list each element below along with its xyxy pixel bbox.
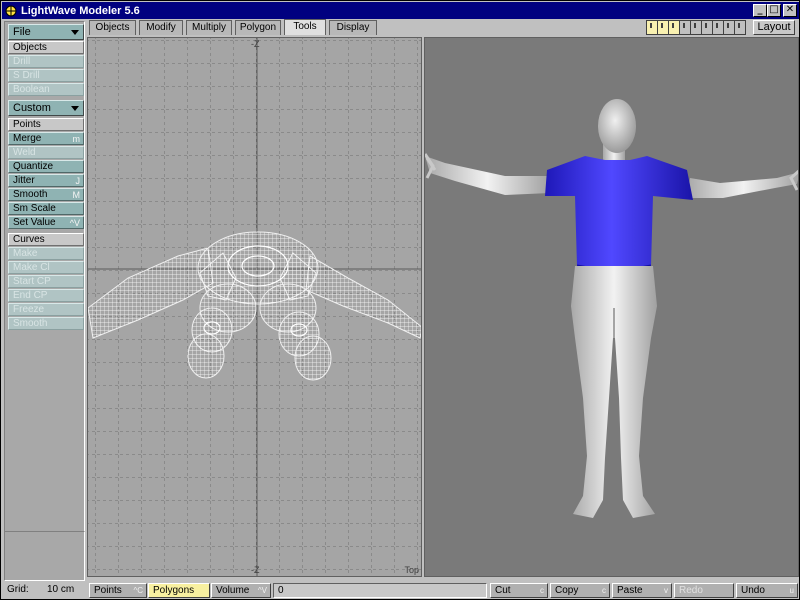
polygons-mode-button[interactable]: Polygons bbox=[148, 583, 210, 598]
selection-count: 0 bbox=[273, 583, 487, 598]
copy-button[interactable]: Copy c bbox=[550, 583, 610, 598]
chevron-down-icon bbox=[71, 106, 79, 111]
set-value-shortcut: ^V bbox=[69, 218, 80, 228]
boolean-button[interactable]: Boolean bbox=[8, 83, 84, 96]
redo-button[interactable]: Redo bbox=[674, 583, 734, 598]
cut-label: Cut bbox=[495, 585, 511, 596]
quantize-button[interactable]: Quantize bbox=[8, 160, 84, 173]
tool-panel: File Objects Drill S Drill Boolean Custo… bbox=[4, 21, 85, 581]
tab-display[interactable]: Display bbox=[329, 20, 377, 35]
set-value-button[interactable]: Set Value ^V bbox=[8, 216, 84, 229]
weld-button[interactable]: Weld bbox=[8, 146, 84, 159]
close-button[interactable]: ✕ bbox=[783, 4, 797, 17]
perspective-viewport[interactable] bbox=[424, 37, 799, 577]
grid-label: Grid: bbox=[7, 584, 29, 595]
tab-tools[interactable]: Tools bbox=[284, 19, 326, 35]
paste-shortcut: v bbox=[664, 586, 668, 595]
minimize-button[interactable]: _ bbox=[753, 4, 767, 17]
file-menu[interactable]: File bbox=[8, 24, 84, 40]
axis-label-top: -Z bbox=[251, 39, 260, 49]
undo-button[interactable]: Undo u bbox=[736, 583, 798, 598]
points-mode-shortcut: ^C bbox=[133, 586, 143, 595]
undo-label: Undo bbox=[741, 585, 765, 596]
curves-header: Curves bbox=[8, 233, 84, 246]
merge-label: Merge bbox=[13, 133, 42, 144]
tab-polygon[interactable]: Polygon bbox=[235, 20, 281, 35]
smooth-shortcut: M bbox=[72, 190, 81, 200]
points-mode-button[interactable]: Points ^C bbox=[89, 583, 147, 598]
s-drill-button[interactable]: S Drill bbox=[8, 69, 84, 82]
sm-scale-button[interactable]: Sm Scale bbox=[8, 202, 84, 215]
freeze-button[interactable]: Freeze bbox=[8, 303, 84, 316]
merge-shortcut: m bbox=[72, 134, 81, 144]
lightwave-icon[interactable] bbox=[4, 4, 18, 18]
merge-button[interactable]: Merge m bbox=[8, 132, 84, 145]
tool-panel-footer bbox=[4, 531, 85, 581]
title-bar: LightWave Modeler 5.6 _ □ ✕ bbox=[2, 2, 799, 19]
file-menu-label: File bbox=[13, 26, 31, 38]
smooth-points-button[interactable]: Smooth M bbox=[8, 188, 84, 201]
end-cp-button[interactable]: End CP bbox=[8, 289, 84, 302]
top-viewport[interactable]: -Z -Z Top bbox=[87, 37, 422, 577]
chevron-down-icon bbox=[71, 30, 79, 35]
layout-button[interactable]: Layout bbox=[753, 20, 795, 35]
cut-shortcut: c bbox=[540, 586, 544, 595]
top-view-wireframe bbox=[88, 38, 421, 576]
tab-multiply[interactable]: Multiply bbox=[186, 20, 232, 35]
make-closed-curve-button[interactable]: Make Cl bbox=[8, 261, 84, 274]
tab-objects[interactable]: Objects bbox=[89, 20, 136, 35]
volume-mode-label: Volume bbox=[216, 585, 250, 596]
tab-modify[interactable]: Modify bbox=[139, 20, 183, 35]
view-name-label: Top bbox=[404, 565, 419, 575]
volume-mode-button[interactable]: Volume ^V bbox=[211, 583, 271, 598]
smooth-curve-button[interactable]: Smooth bbox=[8, 317, 84, 330]
smooth-label: Smooth bbox=[13, 189, 48, 200]
paste-button[interactable]: Paste v bbox=[612, 583, 672, 598]
set-value-label: Set Value bbox=[13, 217, 56, 228]
undo-shortcut: u bbox=[789, 586, 794, 595]
modeler-window: LightWave Modeler 5.6 _ □ ✕ Objects Modi… bbox=[0, 0, 800, 600]
window-title: LightWave Modeler 5.6 bbox=[21, 4, 140, 17]
status-bar: Grid: 10 cm Points ^C Polygons Volume ^V 0… bbox=[1, 582, 800, 600]
jitter-button[interactable]: Jitter J bbox=[8, 174, 84, 187]
layer-9-button[interactable] bbox=[734, 20, 746, 35]
jitter-label: Jitter bbox=[13, 175, 35, 186]
points-header: Points bbox=[8, 118, 84, 131]
human-model bbox=[425, 99, 798, 518]
grid-value: 10 cm bbox=[47, 584, 75, 595]
custom-menu[interactable]: Custom bbox=[8, 100, 84, 116]
paste-label: Paste bbox=[617, 585, 643, 596]
custom-menu-label: Custom bbox=[13, 102, 51, 114]
jitter-shortcut: J bbox=[75, 176, 81, 186]
start-cp-button[interactable]: Start CP bbox=[8, 275, 84, 288]
maximize-button[interactable]: □ bbox=[767, 4, 781, 17]
drill-button[interactable]: Drill bbox=[8, 55, 84, 68]
cut-button[interactable]: Cut c bbox=[490, 583, 548, 598]
volume-mode-shortcut: ^V bbox=[257, 586, 267, 595]
axis-label-bottom: -Z bbox=[251, 565, 260, 575]
objects-header: Objects bbox=[8, 41, 84, 54]
copy-shortcut: c bbox=[602, 586, 606, 595]
copy-label: Copy bbox=[555, 585, 579, 596]
layer-buttons bbox=[646, 20, 746, 35]
make-curve-button[interactable]: Make bbox=[8, 247, 84, 260]
points-mode-label: Points bbox=[94, 585, 122, 596]
